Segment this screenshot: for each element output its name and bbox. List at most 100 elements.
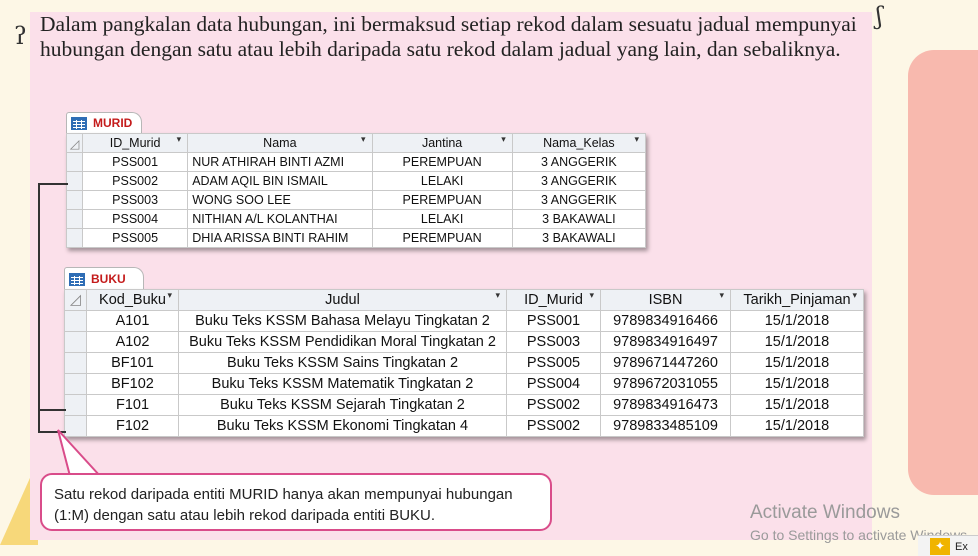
cell[interactable]: PSS002 xyxy=(82,171,189,191)
cell[interactable]: Buku Teks KSSM Sejarah Tingkatan 2 xyxy=(178,394,507,416)
cell[interactable]: Buku Teks KSSM Bahasa Melayu Tingkatan 2 xyxy=(178,310,507,332)
table-row[interactable]: BF102 Buku Teks KSSM Matematik Tingkatan … xyxy=(64,373,864,395)
relationship-line-murid xyxy=(38,183,68,411)
murid-col-header[interactable]: Nama ▾ xyxy=(187,133,373,153)
buku-col-header[interactable]: Judul ▾ xyxy=(178,289,507,311)
row-selector[interactable] xyxy=(64,415,87,437)
cell[interactable]: 3 BAKAWALI xyxy=(511,228,647,248)
chevron-down-icon[interactable]: ▾ xyxy=(495,291,500,302)
table-row[interactable]: F102 Buku Teks KSSM Ekonomi Tingkatan 4 PS… xyxy=(64,415,864,437)
buku-col-header[interactable]: Tarikh_Pinjaman ▾ xyxy=(730,289,864,311)
cell[interactable]: 15/1/2018 xyxy=(730,394,864,416)
cell[interactable]: Buku Teks KSSM Matematik Tingkatan 2 xyxy=(178,373,507,395)
cell[interactable]: Buku Teks KSSM Ekonomi Tingkatan 4 xyxy=(178,415,507,437)
cell[interactable]: Buku Teks KSSM Sains Tingkatan 2 xyxy=(178,352,507,374)
table-row[interactable]: PSS001 NUR ATHIRAH BINTI AZMI PEREMPUAN 3 A… xyxy=(65,152,647,172)
buku-col-header[interactable]: ID_Murid ▾ xyxy=(506,289,601,311)
table-icon xyxy=(71,116,87,130)
cell[interactable]: NUR ATHIRAH BINTI AZMI xyxy=(187,152,373,172)
chevron-down-icon[interactable]: ▾ xyxy=(589,291,594,302)
table-row[interactable]: PSS004 NITHIAN A/L KOLANTHAI LELAKI 3 BAKAW… xyxy=(65,209,647,229)
murid-col-header[interactable]: Nama_Kelas ▾ xyxy=(511,133,647,153)
table-row[interactable]: PSS002 ADAM AQIL BIN ISMAIL LELAKI 3 ANGGER… xyxy=(65,171,647,191)
cell[interactable]: 3 ANGGERIK xyxy=(511,152,647,172)
taskbar-label[interactable]: Ex xyxy=(955,541,968,553)
table-row[interactable]: BF101 Buku Teks KSSM Sains Tingkatan 2 PSS… xyxy=(64,352,864,374)
table-row[interactable]: A101 Buku Teks KSSM Bahasa Melayu Tingkat… xyxy=(64,310,864,332)
cell[interactable]: A101 xyxy=(86,310,179,332)
cell[interactable]: PSS003 xyxy=(82,190,189,210)
chevron-down-icon[interactable]: ▾ xyxy=(177,135,182,146)
chevron-down-icon[interactable]: ▾ xyxy=(167,291,172,302)
cell[interactable]: 3 ANGGERIK xyxy=(511,171,647,191)
cell[interactable]: BF101 xyxy=(86,352,179,374)
activate-windows-title: Activate Windows xyxy=(750,502,900,523)
row-selector[interactable] xyxy=(65,171,84,191)
cell[interactable]: NITHIAN A/L KOLANTHAI xyxy=(187,209,373,229)
cell[interactable]: PSS004 xyxy=(506,373,601,395)
cell[interactable]: PSS005 xyxy=(82,228,189,248)
cell[interactable]: F101 xyxy=(86,394,179,416)
cell[interactable]: PSS002 xyxy=(506,415,601,437)
murid-table-tab[interactable]: MURID xyxy=(66,112,142,133)
cell[interactable]: 3 BAKAWALI xyxy=(511,209,647,229)
table-row[interactable]: PSS005 DHIA ARISSA BINTI RAHIM PEREMPUAN 3 … xyxy=(65,228,647,248)
cell[interactable]: PSS002 xyxy=(506,394,601,416)
cell[interactable]: LELAKI xyxy=(371,209,513,229)
cell[interactable]: 15/1/2018 xyxy=(730,373,864,395)
cell[interactable]: PEREMPUAN xyxy=(371,228,513,248)
cell[interactable]: PSS005 xyxy=(506,352,601,374)
decor-side-card xyxy=(908,50,978,495)
cell[interactable]: A102 xyxy=(86,331,179,353)
chevron-down-icon[interactable]: ▾ xyxy=(634,135,639,146)
cell[interactable]: PEREMPUAN xyxy=(371,152,513,172)
buku-col-header[interactable]: Kod_Buku ▾ xyxy=(86,289,179,311)
cell[interactable]: 9789834916473 xyxy=(600,394,731,416)
cell[interactable]: PSS001 xyxy=(506,310,601,332)
murid-col-header[interactable]: Jantina ▾ xyxy=(371,133,513,153)
cell[interactable]: 15/1/2018 xyxy=(730,331,864,353)
cell[interactable]: 15/1/2018 xyxy=(730,310,864,332)
cell[interactable]: 15/1/2018 xyxy=(730,415,864,437)
chevron-down-icon[interactable]: ▾ xyxy=(852,291,857,302)
cell[interactable]: PSS003 xyxy=(506,331,601,353)
cell[interactable]: WONG SOO LEE xyxy=(187,190,373,210)
cell[interactable]: 15/1/2018 xyxy=(730,352,864,374)
row-selector[interactable] xyxy=(65,152,84,172)
cell[interactable]: 9789671447260 xyxy=(600,352,731,374)
chevron-down-icon[interactable]: ▾ xyxy=(501,135,506,146)
cell[interactable]: 3 ANGGERIK xyxy=(511,190,647,210)
murid-tab-label: MURID xyxy=(93,116,133,130)
buku-table-tab[interactable]: BUKU xyxy=(64,267,144,290)
table-row[interactable]: PSS003 WONG SOO LEE PEREMPUAN 3 ANGGERIK xyxy=(65,190,647,210)
cell[interactable]: 9789833485109 xyxy=(600,415,731,437)
cell[interactable]: PSS001 xyxy=(82,152,189,172)
row-selector[interactable] xyxy=(65,209,84,229)
table-row[interactable]: A102 Buku Teks KSSM Pendidikan Moral Ting… xyxy=(64,331,864,353)
cell[interactable]: PEREMPUAN xyxy=(371,190,513,210)
buku-col-header[interactable]: ISBN ▾ xyxy=(600,289,731,311)
table-row[interactable]: F101 Buku Teks KSSM Sejarah Tingkatan 2 PS… xyxy=(64,394,864,416)
cell[interactable]: PSS004 xyxy=(82,209,189,229)
chevron-down-icon[interactable]: ▾ xyxy=(719,291,724,302)
cell[interactable]: BF102 xyxy=(86,373,179,395)
buku-tab-label: BUKU xyxy=(91,272,126,286)
cell[interactable]: ADAM AQIL BIN ISMAIL xyxy=(187,171,373,191)
scribble-left: ʔ xyxy=(14,22,27,50)
cell[interactable]: 9789672031055 xyxy=(600,373,731,395)
murid-col-header[interactable]: ID_Murid ▾ xyxy=(82,133,189,153)
select-all-corner[interactable]: ◿ xyxy=(65,133,84,153)
table-icon xyxy=(69,272,85,286)
row-selector[interactable] xyxy=(65,190,84,210)
row-selector[interactable] xyxy=(65,228,84,248)
scribble-right: ʃ xyxy=(876,2,883,30)
cell[interactable]: 9789834916466 xyxy=(600,310,731,332)
chevron-down-icon[interactable]: ▾ xyxy=(361,135,366,146)
cell[interactable]: F102 xyxy=(86,415,179,437)
app-icon[interactable]: ✦ xyxy=(930,538,950,555)
cell[interactable]: 9789834916497 xyxy=(600,331,731,353)
cell[interactable]: LELAKI xyxy=(371,171,513,191)
intro-paragraph: Dalam pangkalan data hubungan, ini berma… xyxy=(40,12,857,61)
cell[interactable]: Buku Teks KSSM Pendidikan Moral Tingkata… xyxy=(178,331,507,353)
cell[interactable]: DHIA ARISSA BINTI RAHIM xyxy=(187,228,373,248)
